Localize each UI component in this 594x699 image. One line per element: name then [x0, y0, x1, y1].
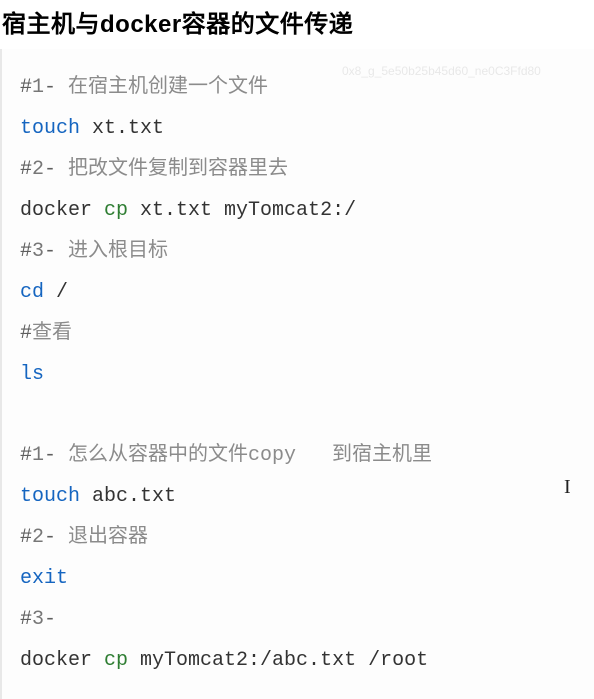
blank-line: 0x8_g_5e50b25b45d60_ne0C3Ffd80: [20, 395, 578, 435]
keyword-cd: cd: [20, 281, 44, 304]
arg: abc.txt: [80, 485, 176, 508]
comment-num: 3: [32, 608, 44, 631]
cmd-docker: docker: [20, 649, 104, 672]
arg: xt.txt: [80, 117, 164, 140]
comment-dash: -: [44, 158, 56, 181]
comment-hash: #: [20, 240, 32, 263]
code-line: touch abc.txt: [20, 476, 578, 517]
comment-hash: #: [20, 608, 32, 631]
code-line: #1- 怎么从容器中的文件copy 到宿主机里: [20, 435, 578, 476]
comment-hash: #: [20, 158, 32, 181]
comment-dash: -: [44, 526, 56, 549]
comment-num: 1: [32, 444, 44, 467]
code-line: #3- 进入根目标: [20, 231, 578, 272]
comment-num: 3: [32, 240, 44, 263]
keyword-exit: exit: [20, 567, 68, 590]
code-line: ls: [20, 354, 578, 395]
cmd-docker: docker: [20, 199, 104, 222]
comment-dash: -: [44, 608, 56, 631]
comment-hash: #: [20, 76, 32, 99]
keyword-touch: touch: [20, 485, 80, 508]
code-line: #2- 退出容器: [20, 517, 578, 558]
cmd-cp: cp: [104, 649, 128, 672]
comment-text: 怎么从容器中的文件copy 到宿主机里: [56, 444, 432, 467]
comment-dash: -: [44, 444, 56, 467]
code-line: docker cp xt.txt myTomcat2:/: [20, 190, 578, 231]
comment-num: 1: [32, 76, 44, 99]
arg: myTomcat2:/abc.txt /root: [128, 649, 428, 672]
code-line: #3-: [20, 599, 578, 640]
cmd-cp: cp: [104, 199, 128, 222]
code-line: #2- 把改文件复制到容器里去: [20, 149, 578, 190]
comment-text: 查看: [32, 322, 72, 345]
comment-dash: -: [44, 240, 56, 263]
comment-text: 把改文件复制到容器里去: [56, 158, 288, 181]
comment-text: 退出容器: [56, 526, 148, 549]
code-line: docker cp myTomcat2:/abc.txt /root: [20, 640, 578, 681]
comment-text: 进入根目标: [56, 240, 168, 263]
arg: /: [44, 281, 68, 304]
comment-num: 2: [32, 526, 44, 549]
code-line: #1- 在宿主机创建一个文件: [20, 67, 578, 108]
comment-hash: #: [20, 322, 32, 345]
code-block: #1- 在宿主机创建一个文件 touch xt.txt #2- 把改文件复制到容…: [0, 49, 594, 699]
code-line: cd /: [20, 272, 578, 313]
code-line: exit: [20, 558, 578, 599]
comment-text: 在宿主机创建一个文件: [56, 76, 268, 99]
comment-hash: #: [20, 444, 32, 467]
comment-dash: -: [44, 76, 56, 99]
comment-hash: #: [20, 526, 32, 549]
keyword-touch: touch: [20, 117, 80, 140]
arg: xt.txt myTomcat2:/: [128, 199, 356, 222]
keyword-ls: ls: [20, 363, 44, 386]
code-line: touch xt.txt: [20, 108, 578, 149]
page-title: 宿主机与docker容器的文件传递: [0, 0, 594, 49]
comment-num: 2: [32, 158, 44, 181]
code-line: #查看: [20, 313, 578, 354]
